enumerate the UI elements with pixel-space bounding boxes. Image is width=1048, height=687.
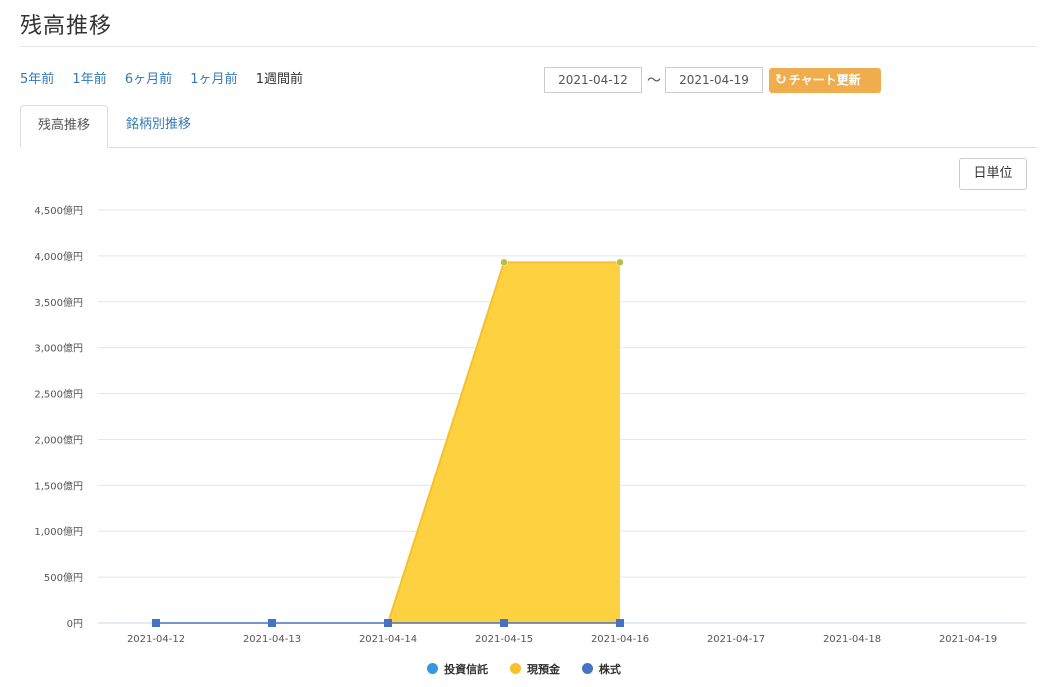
title-divider <box>20 46 1037 47</box>
legend-dot-stock <box>581 663 593 674</box>
legend-item-cash[interactable]: 現預金 <box>510 661 560 677</box>
y-tick-label: 2,000億円 <box>34 433 83 446</box>
legend-item-fund[interactable]: 投資信託 <box>427 661 488 677</box>
legend-label-stock: 株式 <box>598 663 621 676</box>
chart-legend: 投資信託 現預金 株式 <box>0 661 1048 677</box>
chart-update-button[interactable]: ↻ チャート更新 <box>769 68 881 93</box>
cash-point <box>616 258 624 267</box>
stock-point <box>384 619 392 627</box>
x-tick-label: 2021-04-13 <box>243 634 301 645</box>
stock-point <box>268 619 276 627</box>
stock-point <box>500 619 508 627</box>
x-tick-label: 2021-04-19 <box>939 634 997 645</box>
stock-point <box>616 619 624 627</box>
y-tick-label: 4,500億円 <box>34 204 83 217</box>
period-link-1y[interactable]: 1年前 <box>72 68 106 87</box>
legend-label-fund: 投資信託 <box>444 663 489 676</box>
y-tick-label: 0円 <box>67 619 83 630</box>
refresh-icon: ↻ <box>775 72 787 88</box>
period-links: 5年前 1年前 6ヶ月前 1ヶ月前 1週間前 <box>20 68 317 87</box>
period-link-1w[interactable]: 1週間前 <box>256 68 303 87</box>
legend-item-stock[interactable]: 株式 <box>581 661 621 677</box>
period-link-6m[interactable]: 6ヶ月前 <box>125 68 172 87</box>
y-tick-label: 1,000億円 <box>34 525 83 538</box>
legend-label-cash: 現預金 <box>527 663 560 676</box>
date-to-input[interactable]: 2021-04-19 <box>665 67 763 93</box>
stock-point <box>152 619 160 627</box>
x-tick-label: 2021-04-16 <box>591 634 649 645</box>
legend-dot-cash <box>510 663 521 674</box>
balance-chart: 0円 500億円 1,000億円 1,500億円 2,000億円 2,500億円 3,000… <box>34 204 1026 645</box>
daily-unit-button[interactable]: 日単位 <box>959 158 1027 190</box>
y-tick-label: 4,000億円 <box>34 250 83 263</box>
y-tick-label: 3,500億円 <box>34 296 83 309</box>
cash-area <box>388 262 620 623</box>
period-link-1m[interactable]: 1ヶ月前 <box>190 68 237 87</box>
date-from-input[interactable]: 2021-04-12 <box>544 67 642 93</box>
tab-by-holding[interactable]: 銘柄別推移 <box>109 105 208 147</box>
tab-bar: 残高推移 銘柄別推移 <box>20 105 1037 148</box>
x-tick-label: 2021-04-15 <box>475 634 533 645</box>
page-title: 残高推移 <box>20 14 113 39</box>
x-tick-label: 2021-04-17 <box>707 634 765 645</box>
y-tick-label: 2,500億円 <box>34 388 83 401</box>
x-tick-label: 2021-04-12 <box>127 634 185 645</box>
chart-update-label: チャート更新 <box>788 73 861 87</box>
legend-dot-fund <box>427 663 439 674</box>
y-tick-label: 3,000億円 <box>34 342 83 355</box>
x-tick-label: 2021-04-18 <box>823 634 881 645</box>
x-tick-label: 2021-04-14 <box>359 634 417 645</box>
tab-balance-history[interactable]: 残高推移 <box>20 105 109 148</box>
y-tick-label: 1,500億円 <box>34 479 83 492</box>
cash-point <box>500 258 508 267</box>
date-range-separator: 〜 <box>647 73 661 89</box>
y-tick-label: 500億円 <box>44 571 83 584</box>
period-link-5y[interactable]: 5年前 <box>20 68 54 87</box>
